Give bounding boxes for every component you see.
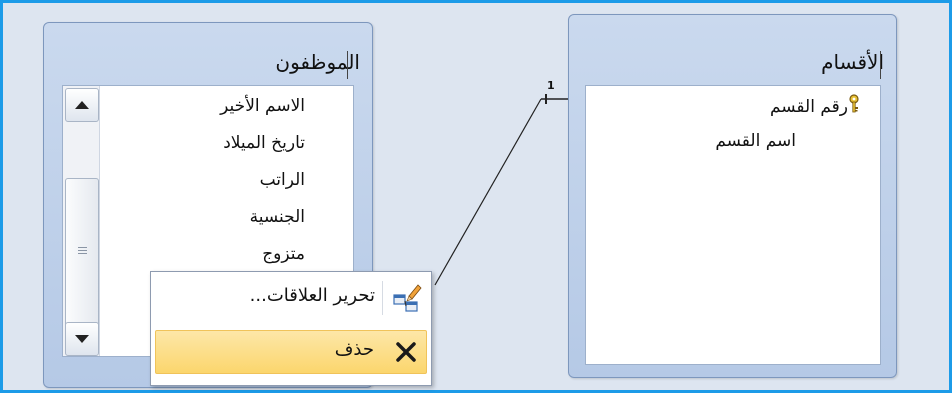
primary-key-icon: [848, 94, 860, 119]
menu-item-edit-relationships[interactable]: تحرير العلاقات...: [155, 277, 427, 319]
field-last-name[interactable]: الاسم الأخير: [220, 96, 305, 116]
edit-relationships-icon: [391, 282, 423, 314]
menu-item-label: حذف: [334, 339, 374, 360]
menu-item-delete[interactable]: حذف: [155, 330, 427, 374]
delete-x-icon: [390, 336, 422, 368]
context-menu: تحرير العلاقات... حذف: [150, 271, 432, 386]
arrow-down-icon: [75, 335, 89, 343]
departments-table-title: الأقسام: [821, 50, 884, 74]
departments-field-list[interactable]: رقم القسم اسم القسم: [585, 85, 881, 365]
title-separator: [347, 51, 348, 79]
scrollbar-thumb[interactable]: [65, 178, 99, 330]
field-birth-date[interactable]: تاريخ الميلاد: [223, 133, 305, 153]
arrow-up-icon: [75, 101, 89, 109]
field-department-number[interactable]: رقم القسم: [770, 94, 860, 119]
scroll-down-button[interactable]: [65, 322, 99, 356]
departments-table[interactable]: الأقسام رقم القسم اسم القسم: [568, 14, 897, 378]
scroll-up-button[interactable]: [65, 88, 99, 122]
field-department-name[interactable]: اسم القسم: [715, 131, 796, 151]
field-label: رقم القسم: [769, 97, 848, 117]
title-separator: [880, 51, 881, 79]
field-married[interactable]: متزوج: [262, 244, 305, 264]
menu-separator: [382, 281, 383, 315]
menu-item-label: تحرير العلاقات...: [249, 285, 375, 306]
field-nationality[interactable]: الجنسية: [250, 207, 305, 227]
field-salary[interactable]: الراتب: [260, 170, 305, 190]
relationships-canvas: 1 الموظفون الاسم الأخير تاريخ الميلاد ال…: [0, 0, 952, 393]
vertical-scrollbar[interactable]: [63, 86, 100, 356]
relationship-one-label: 1: [547, 79, 555, 92]
